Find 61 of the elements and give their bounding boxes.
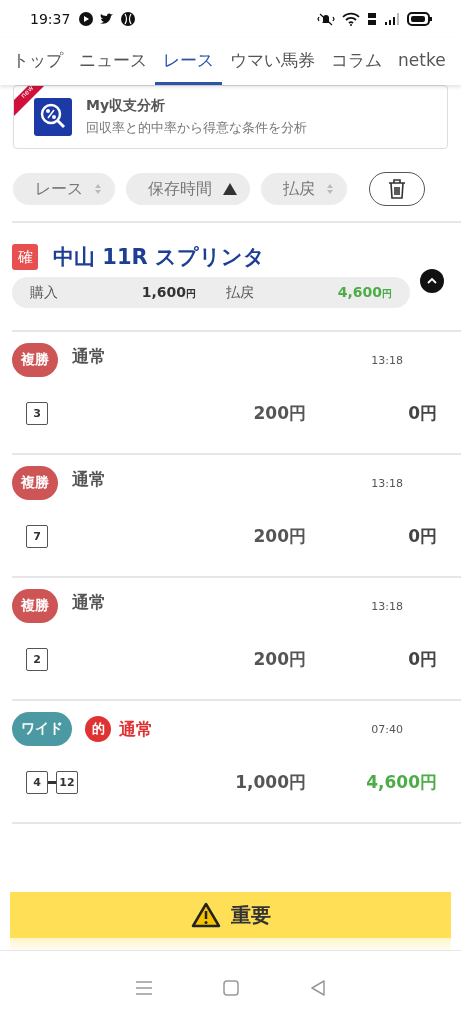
bet-time: 13:18 (371, 599, 403, 613)
bet-name: 通常 (72, 344, 106, 368)
bet-amount: 200円 (252, 401, 306, 425)
bet-type-badge: 複勝 (12, 466, 58, 500)
horse-number: 7 (26, 524, 48, 548)
nav-tab[interactable]: レース (155, 38, 222, 85)
bet-type-badge: 複勝 (12, 589, 58, 623)
sort-chip[interactable]: レース (13, 173, 115, 205)
signal-icon (384, 13, 400, 25)
collapse-button[interactable] (420, 268, 444, 293)
nav-tab[interactable]: コラム (323, 38, 390, 85)
bet-amount: 200円 (252, 524, 306, 548)
bet-name: 通常 (72, 590, 106, 614)
trash-icon (387, 178, 407, 200)
nav-tab[interactable]: netke (390, 38, 454, 85)
horse-number: 2 (26, 647, 48, 671)
purchase-label: 購入 (30, 283, 59, 302)
bet-payout: 0円 (408, 401, 437, 425)
promo-title: My収支分析 (86, 97, 167, 115)
sort-chip[interactable]: 保存時間 (126, 173, 250, 205)
bird-icon (100, 13, 115, 25)
horse-number: 4 (26, 770, 48, 794)
bet-type-badge: ワイド (12, 712, 72, 746)
promo-subtitle: 回収率と的中率から得意な条件を分析 (86, 119, 307, 137)
battery-icon (407, 12, 433, 26)
sort-chip[interactable]: 払戻 (261, 173, 347, 205)
horse-number: 12 (56, 770, 78, 794)
nav-tab[interactable]: ニュース (71, 38, 155, 85)
menu-icon[interactable] (135, 979, 154, 996)
nav-tab[interactable]: トップ (4, 38, 71, 85)
hit-badge: 的 (85, 716, 111, 742)
bet-time: 13:18 (371, 476, 403, 490)
home-icon[interactable] (223, 979, 240, 996)
confirmed-badge: 確 (12, 244, 38, 270)
bet-payout: 4,600円 (366, 770, 437, 794)
payout-label: 払戻 (226, 283, 255, 302)
bet-payout: 0円 (408, 524, 437, 548)
status-time: 19:37 (30, 11, 71, 27)
bet-time: 07:40 (371, 722, 403, 736)
race-title: 中山 11R スプリンタ (53, 244, 266, 271)
bet-amount: 1,000円 (234, 770, 306, 794)
bet-time: 13:18 (371, 353, 403, 367)
purchase-amount: 1,600円 (141, 284, 196, 301)
warning-icon (190, 902, 221, 928)
play-icon (79, 12, 94, 26)
mute-icon (317, 12, 335, 26)
bet-name: 通常 (119, 717, 153, 741)
bet-amount: 200円 (252, 647, 306, 671)
bet-name: 通常 (72, 467, 106, 491)
ball-icon (121, 12, 136, 26)
important-notice-button[interactable]: 重要 (10, 892, 451, 938)
back-icon[interactable] (309, 979, 326, 996)
nav-tab[interactable]: ウマい馬券 (222, 38, 323, 85)
bet-payout: 0円 (408, 647, 437, 671)
chevron-icon (426, 276, 438, 285)
percent-magnifier-icon (34, 98, 72, 136)
payout-amount: 4,600円 (337, 284, 392, 301)
bet-type-badge: 複勝 (12, 343, 58, 377)
delete-button[interactable] (369, 172, 425, 206)
horse-number: 3 (26, 401, 48, 425)
wifi-icon (342, 12, 360, 26)
